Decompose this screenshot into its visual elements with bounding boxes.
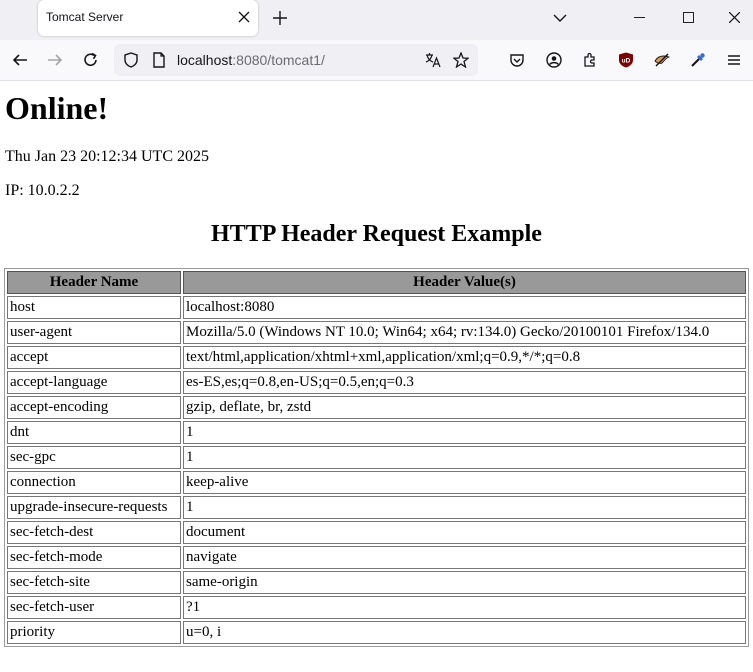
translate-icon[interactable] [425, 52, 441, 68]
header-value-cell: text/html,application/xhtml+xml,applicat… [183, 346, 746, 369]
table-row: priority u=0, i [7, 621, 746, 644]
table-row: accept-encoding gzip, deflate, br, zstd [7, 396, 746, 419]
url-host: localhost [177, 52, 233, 68]
back-arrow-icon[interactable] [12, 52, 28, 68]
header-value-cell: ?1 [183, 596, 746, 619]
header-value-cell: gzip, deflate, br, zstd [183, 396, 746, 419]
header-value-cell: navigate [183, 546, 746, 569]
page-content: Online! Thu Jan 23 20:12:34 UTC 2025 IP:… [0, 81, 753, 672]
header-name-cell: connection [7, 471, 181, 494]
table-row: dnt 1 [7, 421, 746, 444]
table-row: sec-fetch-site same-origin [7, 571, 746, 594]
header-value-cell: same-origin [183, 571, 746, 594]
table-row: accept-language es-ES,es;q=0.8,en-US;q=0.… [7, 371, 746, 394]
header-value-cell: document [183, 521, 746, 544]
table-row: sec-fetch-user ?1 [7, 596, 746, 619]
header-name-cell: accept-encoding [7, 396, 181, 419]
header-name-cell: sec-fetch-mode [7, 546, 181, 569]
header-value-cell: es-ES,es;q=0.8,en-US;q=0.5,en;q=0.3 [183, 371, 746, 394]
minimize-window-icon[interactable] [634, 17, 645, 18]
hamburger-menu-icon[interactable] [726, 52, 742, 68]
table-row: sec-fetch-dest document [7, 521, 746, 544]
url-text[interactable]: localhost:8080/tomcat1/ [177, 52, 325, 68]
header-value-cell: keep-alive [183, 471, 746, 494]
reload-icon[interactable] [83, 52, 99, 68]
privacy-extension-icon[interactable] [654, 52, 670, 68]
forward-arrow-icon[interactable] [47, 52, 63, 68]
header-name-cell: accept-language [7, 371, 181, 394]
page-heading: Online! [5, 90, 109, 126]
table-header-row: Header Name Header Value(s) [7, 271, 746, 294]
table-row: user-agent Mozilla/5.0 (Windows NT 10.0; … [7, 321, 746, 344]
column-header-value: Header Value(s) [183, 271, 746, 294]
svg-text:uD: uD [622, 58, 631, 65]
header-value-cell: 1 [183, 496, 746, 519]
header-name-cell: dnt [7, 421, 181, 444]
account-icon[interactable] [546, 52, 562, 68]
eyedropper-icon[interactable] [690, 52, 706, 68]
header-name-cell: host [7, 296, 181, 319]
client-ip: IP: 10.0.2.2 [5, 182, 80, 199]
list-all-tabs-chevron-icon[interactable] [553, 13, 567, 23]
address-bar[interactable]: localhost:8080/tomcat1/ [114, 44, 478, 76]
extensions-puzzle-icon[interactable] [582, 52, 598, 68]
page-info-icon[interactable] [151, 52, 167, 68]
header-name-cell: accept [7, 346, 181, 369]
header-value-cell: u=0, i [183, 621, 746, 644]
table-row: accept text/html,application/xhtml+xml,ap… [7, 346, 746, 369]
navigation-toolbar: localhost:8080/tomcat1/ uD [0, 40, 753, 81]
close-tab-icon[interactable] [238, 11, 250, 23]
new-tab-plus-icon[interactable] [273, 11, 287, 25]
tab-tomcat-server[interactable]: Tomcat Server [38, 0, 258, 36]
header-name-cell: upgrade-insecure-requests [7, 496, 181, 519]
header-value-cell: 1 [183, 421, 746, 444]
header-name-cell: priority [7, 621, 181, 644]
table-row: sec-fetch-mode navigate [7, 546, 746, 569]
close-window-icon[interactable] [729, 12, 740, 23]
table-row: host localhost:8080 [7, 296, 746, 319]
header-value-cell: localhost:8080 [183, 296, 746, 319]
shield-tracking-protection-icon[interactable] [123, 52, 139, 68]
header-name-cell: user-agent [7, 321, 181, 344]
maximize-window-icon[interactable] [683, 12, 694, 23]
column-header-name: Header Name [7, 271, 181, 294]
bookmark-star-icon[interactable] [453, 52, 469, 68]
tab-title: Tomcat Server [46, 10, 124, 24]
http-headers-table: Header Name Header Value(s) host localhos… [4, 268, 749, 647]
header-name-cell: sec-fetch-dest [7, 521, 181, 544]
table-row: sec-gpc 1 [7, 446, 746, 469]
header-name-cell: sec-fetch-user [7, 596, 181, 619]
header-name-cell: sec-fetch-site [7, 571, 181, 594]
table-row: connection keep-alive [7, 471, 746, 494]
header-value-cell: 1 [183, 446, 746, 469]
tab-strip: Tomcat Server [0, 0, 753, 40]
server-datetime: Thu Jan 23 20:12:34 UTC 2025 [5, 148, 209, 165]
header-name-cell: sec-gpc [7, 446, 181, 469]
table-row: upgrade-insecure-requests 1 [7, 496, 746, 519]
pocket-icon[interactable] [509, 52, 525, 68]
header-value-cell: Mozilla/5.0 (Windows NT 10.0; Win64; x64… [183, 321, 746, 344]
url-path: :8080/tomcat1/ [232, 52, 325, 68]
ublock-origin-icon[interactable]: uD [618, 52, 634, 68]
table-caption: HTTP Header Request Example [211, 221, 542, 247]
